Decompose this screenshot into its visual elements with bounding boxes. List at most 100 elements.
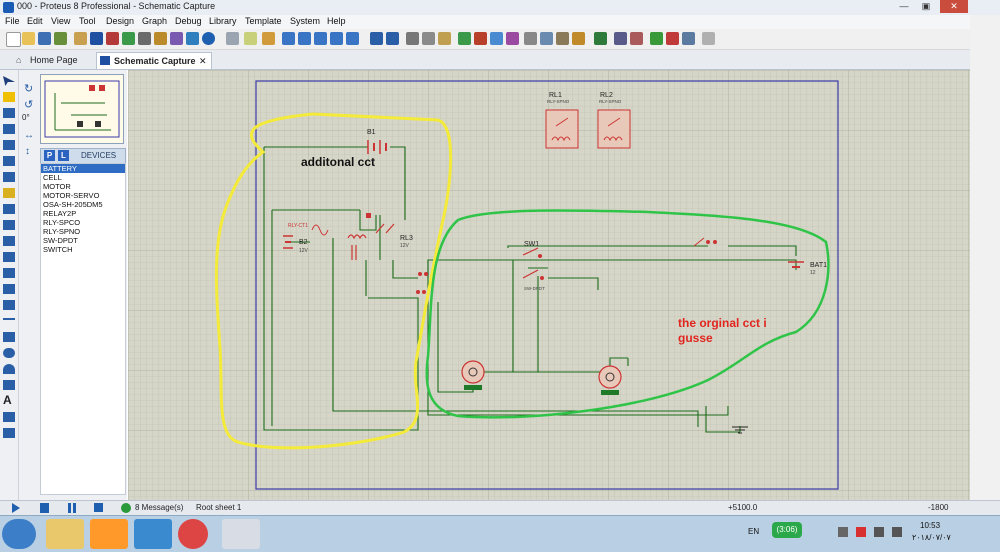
messages-count[interactable]: 8 Message(s) xyxy=(135,503,183,512)
marker-icon[interactable] xyxy=(3,428,15,438)
refresh-icon[interactable] xyxy=(226,32,239,45)
play-icon[interactable] xyxy=(12,503,20,513)
redo-icon[interactable] xyxy=(386,32,399,45)
line-icon[interactable] xyxy=(3,318,15,320)
rotate-ccw-icon[interactable]: ↺ xyxy=(24,98,33,111)
language-indicator[interactable]: EN xyxy=(748,527,759,536)
stop-icon[interactable] xyxy=(94,503,103,512)
list-item-switch[interactable]: SWITCH xyxy=(41,245,125,254)
tray-icon[interactable] xyxy=(856,527,866,537)
save-icon[interactable] xyxy=(38,32,51,45)
component-mode-icon[interactable] xyxy=(3,92,15,102)
pause-icon[interactable] xyxy=(68,503,76,513)
terminals-icon[interactable] xyxy=(3,188,15,198)
overview-window[interactable] xyxy=(40,74,124,144)
tray-icon[interactable] xyxy=(838,527,848,537)
menu-help[interactable]: Help xyxy=(327,16,346,26)
pan-icon[interactable] xyxy=(282,32,295,45)
subcircuit-icon[interactable] xyxy=(3,172,15,182)
menu-file[interactable]: File xyxy=(5,16,20,26)
symbol-icon[interactable] xyxy=(3,412,15,422)
block-copy-icon[interactable] xyxy=(458,32,471,45)
import-icon[interactable] xyxy=(54,32,67,45)
menu-debug[interactable]: Debug xyxy=(175,16,202,26)
mirror-horizontal-icon[interactable]: ↔ xyxy=(24,130,34,141)
list-item-relay2p[interactable]: RELAY2P xyxy=(41,209,125,218)
undo-icon[interactable] xyxy=(370,32,383,45)
3d-icon[interactable] xyxy=(122,32,135,45)
menu-view[interactable]: View xyxy=(51,16,70,26)
clock-time[interactable]: 10:53 xyxy=(920,521,940,530)
zoom-all-icon[interactable] xyxy=(330,32,343,45)
list-item-rly-spco[interactable]: RLY-SPCO xyxy=(41,218,125,227)
circle-icon[interactable] xyxy=(3,348,15,358)
pick-device-icon[interactable] xyxy=(524,32,537,45)
library-manager-button[interactable]: L xyxy=(58,150,69,161)
step-icon[interactable] xyxy=(40,503,49,513)
virtual-instruments-icon[interactable] xyxy=(3,300,15,310)
schematic-icon[interactable] xyxy=(90,32,103,45)
internet-explorer-icon[interactable] xyxy=(134,519,172,549)
schematic-canvas[interactable]: B1 B2 12V RL3 12V RLY-CT1 RL1 RLY-SPNO R… xyxy=(128,70,970,500)
origin-icon[interactable] xyxy=(262,32,275,45)
source-icon[interactable] xyxy=(186,32,199,45)
arc-icon[interactable] xyxy=(3,364,15,374)
menu-design[interactable]: Design xyxy=(106,16,134,26)
path-icon[interactable] xyxy=(3,380,15,390)
list-item-cell[interactable]: CELL xyxy=(41,173,125,182)
pick-devices-button[interactable]: P xyxy=(44,150,55,161)
search-tag-icon[interactable] xyxy=(614,32,627,45)
goto-sheet-icon[interactable] xyxy=(682,32,695,45)
block-move-icon[interactable] xyxy=(474,32,487,45)
schematic-drawing[interactable]: B1 B2 12V RL3 12V RLY-CT1 RL1 RLY-SPNO R… xyxy=(128,70,970,500)
mirror-vertical-icon[interactable]: ↕ xyxy=(25,146,30,157)
menu-graph[interactable]: Graph xyxy=(142,16,167,26)
text-icon[interactable]: A xyxy=(3,394,15,406)
gerber-icon[interactable] xyxy=(138,32,151,45)
property-tool-icon[interactable] xyxy=(630,32,643,45)
vertical-scrollbar[interactable] xyxy=(970,15,1000,500)
home-icon[interactable] xyxy=(74,32,87,45)
buses-icon[interactable] xyxy=(3,156,15,166)
minimize-button[interactable]: — xyxy=(894,0,914,13)
menu-template[interactable]: Template xyxy=(245,16,282,26)
generator-icon[interactable] xyxy=(3,252,15,262)
list-item-motor-servo[interactable]: MOTOR-SERVO xyxy=(41,191,125,200)
text-script-icon[interactable] xyxy=(3,140,15,150)
box-icon[interactable] xyxy=(3,332,15,342)
zoom-out-icon[interactable] xyxy=(314,32,327,45)
junction-dot-icon[interactable] xyxy=(3,108,15,118)
chrome-icon[interactable] xyxy=(178,519,208,549)
start-button[interactable] xyxy=(2,519,36,549)
proteus-taskbar-icon[interactable] xyxy=(222,519,260,549)
open-folder-icon[interactable] xyxy=(22,32,35,45)
make-device-icon[interactable] xyxy=(540,32,553,45)
wire-label-icon[interactable] xyxy=(3,124,15,134)
list-item-osa[interactable]: OSA-SH-205DM5 xyxy=(41,200,125,209)
wire-autorouter-icon[interactable] xyxy=(594,32,607,45)
cut-icon[interactable] xyxy=(406,32,419,45)
tab-schematic-capture[interactable]: Schematic Capture ✕ xyxy=(96,52,212,69)
device-pins-icon[interactable] xyxy=(3,204,15,214)
volume-icon[interactable] xyxy=(892,527,902,537)
packaging-icon[interactable] xyxy=(572,32,585,45)
copy-icon[interactable] xyxy=(422,32,435,45)
tape-recorder-icon[interactable] xyxy=(3,236,15,246)
selection-mode-icon[interactable] xyxy=(3,76,15,86)
new-file-icon[interactable] xyxy=(6,32,21,47)
netlist-icon[interactable] xyxy=(702,32,715,45)
delete-sheet-icon[interactable] xyxy=(666,32,679,45)
restore-button[interactable]: ▣ xyxy=(916,0,936,13)
menu-library[interactable]: Library xyxy=(209,16,237,26)
current-probe-icon[interactable] xyxy=(3,284,15,294)
network-icon[interactable] xyxy=(874,527,884,537)
help-icon[interactable] xyxy=(202,32,215,45)
paste-icon[interactable] xyxy=(438,32,451,45)
list-item-battery[interactable]: BATTERY xyxy=(41,164,125,173)
zoom-in-icon[interactable] xyxy=(298,32,311,45)
list-item-motor[interactable]: MOTOR xyxy=(41,182,125,191)
rotation-angle[interactable]: 0° xyxy=(22,113,30,122)
tab-home-page[interactable]: ⌂ Home Page xyxy=(14,52,94,68)
decompose-icon[interactable] xyxy=(556,32,569,45)
notes-icon[interactable] xyxy=(170,32,183,45)
